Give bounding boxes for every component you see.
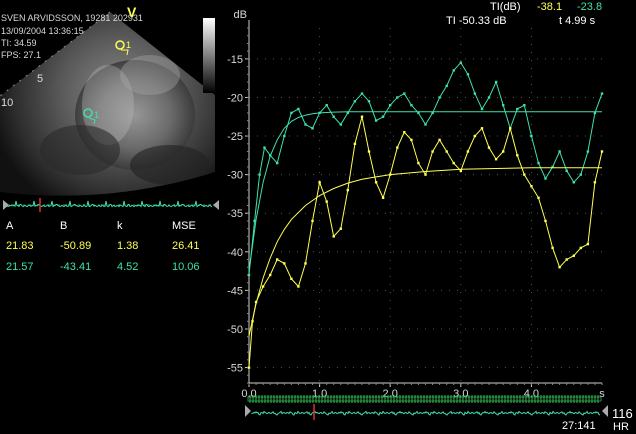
ecg-trace-bottom <box>251 410 601 416</box>
timeline-ticks <box>249 395 599 403</box>
timeline-right-arrow-icon[interactable] <box>602 405 608 417</box>
heart-rate-value: 116 <box>612 406 633 421</box>
frame-counter: 27:141 <box>562 420 596 432</box>
heart-rate-label: HR <box>613 421 629 433</box>
bottom-timeline <box>245 395 608 420</box>
timeline-left-arrow-icon[interactable] <box>245 405 251 417</box>
contrast-echo-analysis-screen: SVEN ARVIDSSON, 19281 202931 13/09/2004 … <box>0 0 636 434</box>
